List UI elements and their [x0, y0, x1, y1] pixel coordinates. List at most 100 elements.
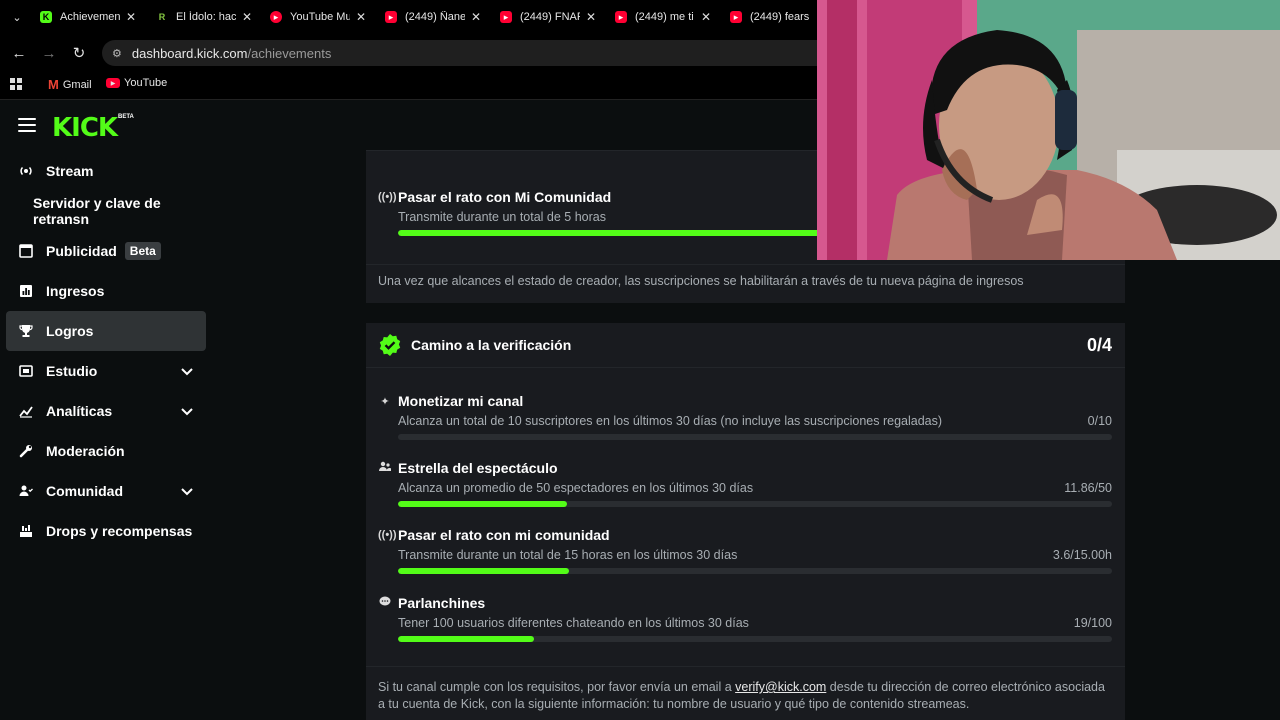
achievement-title: Parlanchines [398, 595, 486, 611]
webcam-feed [817, 0, 1280, 260]
kick-logo[interactable]: KICK [52, 113, 118, 143]
youtube-icon: ▸ [385, 11, 397, 23]
browser-tab[interactable]: K Achievements ✕ [40, 6, 136, 28]
tab-search-chevron-icon[interactable]: ⌄ [6, 6, 28, 28]
sidebar-item-label: Estudio [46, 363, 98, 379]
close-icon[interactable]: ✕ [356, 10, 366, 24]
close-icon[interactable]: ✕ [242, 10, 252, 24]
achievement-title: Pasar el rato con mi comunidad [398, 527, 610, 543]
analytics-icon [18, 403, 34, 419]
tab-title: (2449) FNAF [520, 11, 580, 23]
apps-grid-icon[interactable] [10, 78, 22, 90]
achievement-item: Parlanchines Tener 100 usuarios diferent… [378, 595, 1112, 642]
achievement-description: Tener 100 usuarios diferentes chateando … [398, 616, 749, 630]
sidebar-item-label: Logros [46, 323, 94, 339]
sidebar-item-community[interactable]: Comunidad [6, 471, 206, 511]
sidebar-item-stream[interactable]: Stream [6, 151, 206, 191]
sidebar-item-label: Ingresos [46, 283, 105, 299]
achievement-item: Estrella del espectáculo Alcanza un prom… [378, 460, 1112, 507]
close-icon[interactable]: ✕ [701, 10, 711, 24]
bookmark-youtube[interactable]: ▶ YouTube [106, 77, 167, 89]
sidebar-item-label: Moderación [46, 443, 125, 459]
chevron-down-icon[interactable] [180, 404, 194, 421]
verification-instructions: Si tu canal cumple con los requisitos, p… [378, 679, 1112, 713]
achievement-description: Alcanza un promedio de 50 espectadores e… [398, 481, 754, 495]
verification-title: Camino a la verificación [411, 337, 572, 353]
kick-icon: K [40, 11, 52, 23]
achievement-value: 0/10 [1087, 414, 1112, 428]
sidebar-item-moderation[interactable]: Moderación [6, 431, 206, 471]
wrench-icon [18, 443, 34, 459]
browser-tab[interactable]: ▸ (2449) fears [730, 6, 810, 28]
sidebar-item-drops[interactable]: Drops y recompensas [6, 511, 206, 551]
sidebar-item-advertising[interactable]: Publicidad Beta [6, 231, 206, 271]
close-icon[interactable]: ✕ [586, 10, 596, 24]
note-text: Si tu canal cumple con los requisitos, p… [378, 680, 736, 694]
bookmark-label: YouTube [124, 77, 168, 89]
browser-tab[interactable]: ▸ (2449) me ti ✕ [615, 6, 711, 28]
achievement-item: ✦ Monetizar mi canal Alcanza un total de… [378, 393, 1112, 440]
chart-icon [18, 283, 34, 299]
tab-title: YouTube Music [290, 11, 350, 23]
sidebar-item-revenue[interactable]: Ingresos [6, 271, 206, 311]
sidebar-item-stream-key[interactable]: Servidor y clave de retransn [6, 191, 206, 231]
achievement-value: 19/100 [1073, 616, 1112, 630]
broadcast-icon [18, 163, 34, 179]
tab-title: (2449) fears [750, 11, 810, 23]
sidebar-item-achievements[interactable]: Logros [6, 311, 206, 351]
youtube-icon: ▶ [106, 78, 120, 88]
sidebar-item-label: Servidor y clave de retransn [33, 195, 161, 227]
progress-fill [398, 568, 570, 574]
forward-arrow-icon[interactable]: → [38, 42, 60, 64]
sidebar-item-analytics[interactable]: Analíticas [6, 391, 206, 431]
logo-beta-badge: BETA [118, 114, 134, 120]
community-icon [18, 483, 34, 499]
sidebar-item-label: Stream [46, 163, 94, 179]
menu-hamburger-icon[interactable] [18, 118, 36, 132]
broadcast-icon: ((•)) [378, 529, 397, 541]
verified-badge-icon [378, 333, 402, 357]
beta-badge: Beta [124, 242, 161, 260]
reload-icon[interactable]: ↻ [68, 42, 90, 64]
progress-bar [398, 568, 1112, 574]
progress-fill [398, 501, 568, 507]
verify-email-link[interactable]: verify@kick.com [735, 680, 826, 694]
browser-tab[interactable]: ▸ (2449) FNAF ✕ [500, 6, 596, 28]
url-path: /achievements [247, 45, 332, 61]
rumble-icon: R [158, 12, 166, 22]
close-icon[interactable]: ✕ [471, 10, 481, 24]
achievement-title: Estrella del espectáculo [398, 460, 558, 476]
achievement-title: Monetizar mi canal [398, 393, 524, 409]
progress-fill [398, 636, 534, 642]
progress-bar [398, 636, 1112, 642]
verification-score: 0/4 [1086, 334, 1112, 355]
chevron-down-icon[interactable] [180, 484, 194, 501]
browser-tab[interactable]: R El Ídolo: hace ✕ [156, 6, 252, 28]
bookmark-label: Gmail [62, 78, 92, 91]
sidebar-item-label: Comunidad [46, 483, 123, 499]
browser-tab[interactable]: ▸ YouTube Music ✕ [270, 6, 366, 28]
drops-icon [18, 523, 34, 539]
back-arrow-icon[interactable]: ← [8, 42, 30, 64]
webcam-overlay [817, 0, 1280, 260]
sidebar-item-studio[interactable]: Estudio [6, 351, 206, 391]
viewers-icon [378, 461, 392, 475]
chevron-down-icon[interactable] [180, 364, 194, 381]
browser-tab[interactable]: ▸ (2449) Ñanes ✕ [385, 6, 481, 28]
verification-header: Camino a la verificación 0/4 [378, 333, 1112, 357]
youtube-icon: ▸ [730, 11, 742, 23]
ad-icon [18, 243, 34, 259]
gmail-icon: M [48, 77, 59, 92]
sidebar-item-label: Analíticas [46, 403, 113, 419]
creator-status-note: Una vez que alcances el estado de creado… [378, 274, 1024, 288]
broadcast-icon: ((•)) [378, 191, 397, 203]
bookmark-gmail[interactable]: M Gmail [48, 77, 92, 92]
studio-icon [18, 363, 34, 379]
verification-card [366, 323, 1125, 720]
tab-title: (2449) me ti [635, 11, 694, 23]
close-icon[interactable]: ✕ [126, 10, 136, 24]
url-host: dashboard.kick.com [131, 45, 248, 61]
site-settings-icon[interactable]: ⚙ [112, 47, 122, 60]
tab-title: El Ídolo: hace [176, 11, 236, 23]
achievement-title: Pasar el rato con Mi Comunidad [398, 189, 612, 205]
